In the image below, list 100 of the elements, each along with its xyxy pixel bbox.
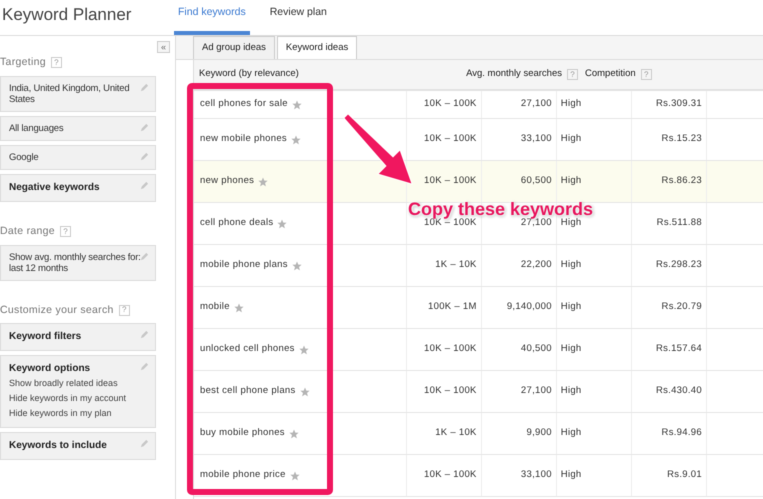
- star-icon[interactable]: [292, 100, 302, 110]
- table-cell-text: High: [560, 342, 582, 356]
- table-cell-text: High: [560, 217, 582, 230]
- keyword-text: new mobile phones: [200, 132, 287, 146]
- sub-tab[interactable]: Ad group ideas: [193, 36, 275, 59]
- table-cell-text: 10K – 100K: [424, 132, 477, 146]
- table-cell-text: 10K – 100K: [424, 174, 477, 188]
- keyword-text: mobile phone price: [200, 468, 286, 482]
- pencil-icon[interactable]: [140, 362, 149, 372]
- table-row[interactable]: mobile 100K – 1M 9,140,000 High Rs.20.79: [194, 287, 763, 329]
- table-cell-text: 10K – 100K: [424, 97, 477, 112]
- sidebar-card[interactable]: India, United Kingdom, United States: [0, 76, 156, 112]
- table-cell-text: 10K – 100K: [424, 342, 477, 356]
- card-title: India, United Kingdom, United States: [9, 82, 130, 105]
- keyword-text: cell phone deals: [200, 216, 274, 230]
- option-text: Show broadly related ideas: [9, 377, 119, 390]
- table-row[interactable]: new mobile phones 10K – 100K 33,100 High Rs.15.23: [194, 119, 763, 161]
- column-header[interactable]: Competition: [585, 67, 636, 82]
- star-icon[interactable]: [258, 176, 268, 186]
- sidebar-card[interactable]: Google: [0, 144, 156, 170]
- table-cell-text: 27,100: [520, 97, 552, 112]
- table-cell-text: 27,100: [520, 217, 552, 230]
- pencil-icon[interactable]: [140, 122, 149, 132]
- card-title: Keyword filters: [9, 330, 82, 344]
- table-cell-text: High: [560, 174, 582, 188]
- table-cell-text: 9,900: [526, 426, 552, 440]
- sidebar-card[interactable]: Negative keywords: [0, 174, 156, 202]
- keyword-text: unlocked cell phones: [200, 342, 295, 356]
- star-icon[interactable]: [288, 428, 299, 438]
- table-row[interactable]: unlocked cell phones 10K – 100K 40,500 High Rs.157.64: [194, 329, 763, 371]
- star-icon[interactable]: [292, 260, 302, 270]
- table-cell-text: Rs.430.40: [656, 384, 702, 398]
- table-cell-text: 1K – 10K: [435, 258, 477, 272]
- table-row[interactable]: mobile phone plans 1K – 10K 22,200 High Rs.298.23: [194, 245, 763, 287]
- keyword-text: mobile phone plans: [200, 258, 288, 272]
- sub-tab[interactable]: Keyword ideas: [276, 36, 358, 59]
- table-cell-text: High: [560, 97, 582, 112]
- pencil-icon[interactable]: [140, 252, 149, 260]
- table-cell-text: High: [560, 258, 582, 272]
- star-icon[interactable]: [298, 344, 309, 354]
- table-cell-text: 27,100: [520, 384, 552, 398]
- table-cell-text: High: [560, 384, 582, 398]
- card-title: Google: [9, 152, 40, 163]
- sidebar-card[interactable]: Keyword options Show broadly related ideas Hide keywords in my account Hide keywords in my plan: [0, 355, 156, 428]
- table-cell-text: 1K – 10K: [435, 426, 477, 440]
- table-cell-text: 33,100: [520, 468, 552, 482]
- table-cell-text: Rs.511.88: [656, 216, 702, 230]
- pencil-icon[interactable]: [140, 82, 149, 92]
- column-header[interactable]: Keyword (by relevance): [199, 67, 299, 82]
- card-title: Keyword options: [9, 362, 92, 376]
- star-icon[interactable]: [277, 218, 288, 228]
- sidebar-card[interactable]: Show avg. monthly searches for: last 12 months: [0, 244, 156, 280]
- pencil-icon[interactable]: [140, 330, 149, 340]
- table-cell-text: Rs.309.31: [656, 97, 702, 112]
- card-title: All languages: [9, 122, 64, 134]
- section-label: Targeting: [0, 55, 46, 70]
- table-cell-text: Rs.94.96: [662, 426, 702, 440]
- card-title: Negative keywords: [9, 180, 101, 195]
- table-cell-text: Rs.9.01: [667, 468, 702, 482]
- annotation-caption: Copy these keywords: [408, 200, 594, 218]
- star-icon[interactable]: [290, 134, 301, 144]
- nav-tab[interactable]: Review plan: [266, 0, 331, 35]
- table-cell-text: 60,500: [520, 174, 552, 188]
- section-label: Date range: [0, 224, 55, 239]
- table-row[interactable]: mobile phone price 10K – 100K 33,100 High Rs.9.01: [194, 455, 763, 497]
- table-cell-text: 40,500: [520, 342, 552, 356]
- table-cell-text: 33,100: [520, 132, 552, 146]
- table-cell-text: Rs.157.64: [656, 342, 702, 356]
- table-cell-text: High: [560, 132, 582, 146]
- table-row[interactable]: buy mobile phones 1K – 10K 9,900 High Rs.94.96: [194, 413, 763, 455]
- app-title: Keyword Planner: [1, 4, 132, 26]
- star-icon[interactable]: [290, 470, 300, 480]
- table-cell-text: 100K – 1M: [428, 300, 477, 314]
- sidebar-card[interactable]: All languages: [0, 116, 156, 141]
- section-label: Customize your search: [0, 302, 114, 318]
- pencil-icon[interactable]: [140, 152, 149, 161]
- table-cell-text: 22,200: [520, 258, 552, 272]
- star-icon[interactable]: [300, 386, 310, 396]
- collapse-button[interactable]: «: [157, 41, 170, 53]
- table-cell-text: Rs.20.79: [662, 300, 702, 314]
- star-icon[interactable]: [234, 302, 244, 312]
- table-row[interactable]: new phones 10K – 100K 60,500 High Rs.86.23: [194, 161, 763, 203]
- table-cell-text: High: [560, 300, 582, 314]
- column-header[interactable]: Avg. monthly searches: [466, 67, 562, 82]
- card-title: Show avg. monthly searches for: last 12 months: [9, 252, 141, 274]
- keyword-text: cell phones for sale: [200, 97, 288, 112]
- table-cell-text: Rs.15.23: [662, 132, 702, 146]
- table-cell-text: Rs.86.23: [662, 174, 702, 188]
- pencil-icon[interactable]: [140, 439, 149, 448]
- sidebar-card[interactable]: Keywords to include: [0, 432, 156, 460]
- table-row[interactable]: best cell phone plans 10K – 100K 27,100 High Rs.430.40: [194, 371, 763, 413]
- pencil-icon[interactable]: [140, 180, 149, 190]
- table-cell-text: High: [560, 468, 582, 482]
- table-cell-text: 10K – 100K: [424, 384, 477, 398]
- table-row[interactable]: cell phones for sale 10K – 100K 27,100 High Rs.309.31: [194, 91, 763, 119]
- card-title: Keywords to include: [9, 439, 108, 454]
- option-text: Hide keywords in my plan: [9, 407, 113, 420]
- keyword-text: new phones: [200, 174, 254, 188]
- sidebar-card[interactable]: Keyword filters: [0, 323, 156, 352]
- keyword-text: best cell phone plans: [200, 384, 296, 398]
